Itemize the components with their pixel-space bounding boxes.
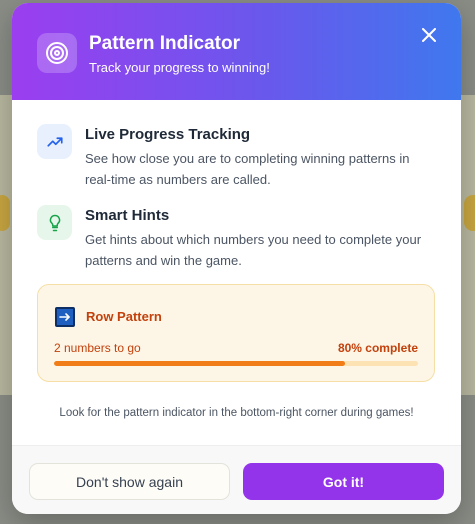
lightbulb-icon [37, 205, 72, 240]
feature-description: See how close you are to completing winn… [85, 151, 410, 187]
pattern-name: Row Pattern [86, 309, 162, 324]
background-panel [461, 95, 475, 395]
feature-title: Live Progress Tracking [85, 126, 251, 143]
dialog-subtitle: Track your progress to winning! [89, 60, 270, 75]
background-card [464, 195, 475, 231]
pattern-progress-card: Row Pattern 2 numbers to go 80% complete [37, 284, 435, 382]
target-icon [37, 33, 77, 73]
close-button[interactable] [419, 25, 439, 45]
progress-bar [54, 361, 418, 366]
got-it-button[interactable]: Got it! [243, 463, 444, 500]
dont-show-again-button[interactable]: Don't show again [29, 463, 230, 500]
progress-bar-fill [54, 361, 346, 366]
dialog-header: Pattern Indicator Track your progress to… [12, 3, 461, 100]
numbers-to-go: 2 numbers to go [54, 341, 141, 355]
background-panel [0, 95, 12, 395]
feature-description: Get hints about which numbers you need t… [85, 232, 422, 268]
dialog-title: Pattern Indicator [89, 33, 240, 54]
footer-note: Look for the pattern indicator in the bo… [59, 407, 414, 419]
pattern-indicator-dialog: Pattern Indicator Track your progress to… [12, 3, 461, 514]
dialog-footer: Don't show again Got it! [12, 445, 461, 514]
background-card [0, 195, 10, 231]
percent-complete: 80% complete [337, 341, 418, 355]
close-icon [422, 28, 436, 42]
arrow-right-icon [55, 307, 75, 327]
trending-up-icon [37, 124, 72, 159]
feature-title: Smart Hints [85, 207, 170, 224]
